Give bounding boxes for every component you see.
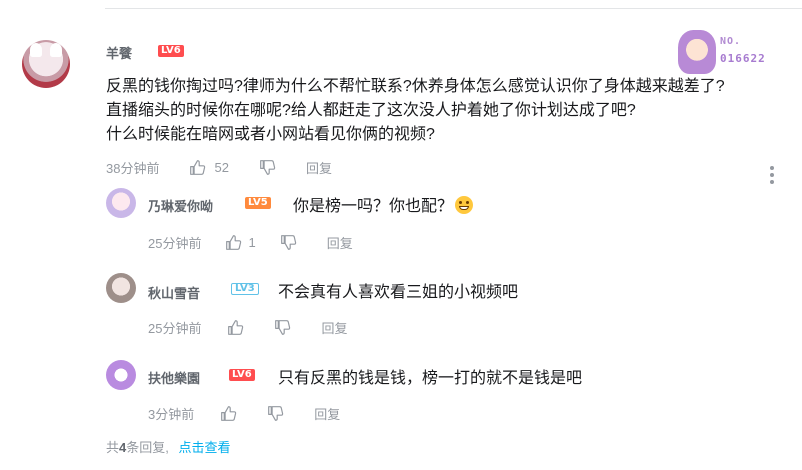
level-badge: LV6	[158, 45, 184, 57]
avatar[interactable]	[106, 360, 136, 390]
comment-meta: 38分钟前 52 回复	[106, 158, 332, 177]
dislike-button[interactable]	[274, 319, 291, 336]
like-button[interactable]	[227, 319, 244, 336]
thumbs-down-icon	[260, 160, 276, 175]
like-button[interactable]: 1	[225, 234, 256, 251]
avatar-ear-right	[50, 43, 62, 57]
reply-meta: 25分钟前 回复	[148, 318, 347, 337]
username[interactable]: 扶他樂園	[148, 368, 200, 387]
reply-text-content: 你是榜一吗？你也配？	[293, 198, 454, 215]
top-divider	[105, 8, 802, 9]
level-badge: LV3	[231, 283, 259, 295]
reply-button[interactable]: 回复	[321, 318, 347, 337]
view-replies-link[interactable]: 点击查看	[179, 440, 231, 455]
thumbs-up-icon	[226, 235, 242, 250]
level-badge: LV5	[245, 197, 271, 209]
reply-summary-suffix: 条回复,	[126, 440, 169, 455]
username[interactable]: 羊餮	[106, 43, 132, 62]
like-count: 52	[214, 160, 229, 175]
reply-text: 你是榜一吗？你也配？	[293, 192, 474, 216]
reply-summary: 共4条回复, 点击查看	[106, 437, 231, 456]
username[interactable]: 秋山雪音	[148, 283, 200, 302]
avatar[interactable]	[106, 273, 136, 303]
reply-meta: 25分钟前 1 回复	[148, 233, 353, 252]
like-count: 1	[248, 235, 256, 250]
reply-button[interactable]: 回复	[327, 233, 353, 252]
grin-emoji-icon	[455, 196, 474, 214]
like-button[interactable]: 52	[189, 159, 229, 176]
fan-badge-label: NO.	[720, 36, 742, 47]
reply-button[interactable]: 回复	[314, 404, 340, 423]
dislike-button[interactable]	[259, 159, 276, 176]
timestamp: 25分钟前	[148, 236, 202, 251]
reply-text: 只有反黑的钱是钱，榜一打的就不是钱是吧	[278, 370, 583, 387]
comment-line: 反黑的钱你掏过吗?律师为什么不帮忙联系?休养身体怎么感觉认识你了身体越来越差了?	[106, 78, 725, 95]
thumbs-down-icon	[275, 320, 291, 335]
username[interactable]: 乃琳爱你呦	[148, 196, 213, 215]
fan-badge-number: 016622	[720, 52, 766, 65]
comment-text: 反黑的钱你掏过吗?律师为什么不帮忙联系?休养身体怎么感觉认识你了身体越来越差了?…	[106, 75, 796, 147]
thumbs-up-icon	[228, 320, 244, 335]
timestamp: 25分钟前	[148, 321, 202, 336]
timestamp: 38分钟前	[106, 161, 160, 176]
reply-button[interactable]: 回复	[306, 158, 332, 177]
thumbs-down-icon	[280, 235, 296, 250]
dislike-button[interactable]	[267, 405, 284, 422]
comment-line: 直播缩头的时候你在哪呢?给人都赶走了这次没人护着她了你计划达成了吧?	[106, 102, 636, 119]
thumbs-up-icon	[221, 406, 237, 421]
reply-summary-prefix: 共	[106, 440, 120, 455]
reply-text: 不会真有人喜欢看三姐的小视频吧	[278, 284, 519, 301]
thumbs-up-icon	[190, 160, 206, 175]
like-button[interactable]	[220, 405, 237, 422]
avatar[interactable]	[106, 188, 136, 218]
dislike-button[interactable]	[280, 234, 297, 251]
reply-meta: 3分钟前 回复	[148, 404, 340, 423]
timestamp: 3分钟前	[148, 407, 195, 422]
fan-badge-avatar-icon	[678, 30, 716, 74]
thumbs-down-icon	[268, 406, 284, 421]
avatar[interactable]	[22, 40, 70, 88]
fan-badge: NO. 016622	[678, 30, 770, 74]
avatar-ear-left	[30, 43, 42, 57]
level-badge: LV6	[229, 369, 255, 381]
comment-line: 什么时候能在暗网或者小网站看见你俩的视频?	[106, 126, 435, 143]
more-options-icon[interactable]	[770, 166, 774, 187]
